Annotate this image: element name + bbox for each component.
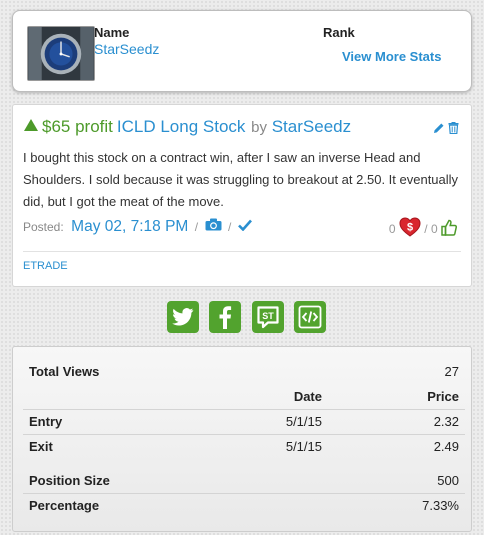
author-link[interactable]: StarSeedz: [272, 117, 351, 136]
money-heart-icon[interactable]: $: [399, 217, 421, 240]
exit-date: 5/1/15: [173, 433, 328, 459]
posted-date-link[interactable]: May 02, 7:18 PM: [71, 218, 188, 235]
position-size-value: 500: [437, 472, 459, 488]
entry-date: 5/1/15: [173, 408, 328, 434]
percentage-row: Percentage 7.33%: [23, 492, 465, 518]
exit-price: 2.49: [328, 433, 465, 459]
twitter-icon: [172, 308, 194, 326]
verified-check-icon: [237, 218, 252, 236]
facebook-icon: [219, 306, 232, 329]
profile-name-link[interactable]: StarSeedz: [94, 41, 159, 57]
embed-share-button[interactable]: [294, 301, 326, 333]
trade-header: $65 profit ICLD Long Stock by StarSeedz: [24, 117, 459, 139]
vote-separator: /: [424, 221, 428, 236]
stocktwits-share-button[interactable]: ST: [252, 301, 284, 333]
percentage-label: Percentage: [23, 492, 173, 518]
total-views-value: 27: [444, 364, 459, 379]
percentage-value: 7.33%: [328, 492, 465, 518]
dislike-count: 0: [388, 221, 396, 236]
name-label: Name: [94, 25, 130, 40]
twitter-share-button[interactable]: [167, 301, 199, 333]
position-size-row: Position Size 500: [23, 468, 465, 493]
ticker-link[interactable]: ICLD Long Stock: [117, 117, 246, 136]
entry-row: Entry 5/1/15 2.32: [23, 408, 465, 434]
total-views-label: Total Views: [29, 364, 100, 379]
broker-link[interactable]: ETRADE: [23, 260, 68, 272]
total-views-row: Total Views 27: [23, 359, 465, 384]
price-header: Price: [427, 388, 459, 404]
stocktwits-icon: ST: [257, 306, 279, 329]
separator: /: [228, 220, 232, 234]
vote-counts: 0 $ / 0: [389, 217, 457, 240]
date-header: Date: [293, 388, 322, 404]
facebook-share-button[interactable]: [209, 301, 241, 333]
table-header-row: Date Price: [23, 384, 465, 409]
profile-card: Name StarSeedz Rank View More Stats: [12, 10, 472, 92]
stocktwits-label: ST: [262, 311, 274, 321]
like-count: 0: [430, 221, 438, 236]
trade-description: I bought this stock on a contract win, a…: [23, 150, 459, 209]
view-more-stats-link[interactable]: View More Stats: [342, 49, 441, 64]
entry-price: 2.32: [328, 408, 465, 434]
share-buttons: ST: [167, 301, 327, 333]
svg-text:$: $: [407, 222, 413, 234]
stats-table: Total Views 27 Date Price Entry 5/1/15 2…: [23, 359, 465, 518]
avatar[interactable]: [27, 26, 95, 81]
watch-image: [28, 27, 94, 80]
stats-card: Total Views 27 Date Price Entry 5/1/15 2…: [12, 346, 472, 532]
position-size-label: Position Size: [29, 472, 110, 488]
edit-icon[interactable]: [433, 122, 445, 134]
rank-label: Rank: [323, 25, 355, 40]
posted-label: Posted:: [23, 220, 64, 234]
embed-icon: [298, 305, 322, 329]
by-label: by: [251, 119, 267, 136]
trade-card: $65 profit ICLD Long Stock by StarSeedz I…: [12, 104, 472, 287]
trade-tools: [430, 119, 459, 139]
profit-amount: $65 profit: [42, 117, 113, 136]
trash-icon[interactable]: [448, 122, 459, 134]
posted-row: Posted: May 02, 7:18 PM / /: [23, 218, 252, 240]
camera-icon[interactable]: [205, 218, 222, 236]
entry-label: Entry: [23, 408, 173, 434]
exit-label: Exit: [23, 433, 173, 459]
thumbs-up-icon[interactable]: [441, 219, 457, 239]
profit-up-icon: [24, 119, 38, 131]
exit-row: Exit 5/1/15 2.49: [23, 433, 465, 459]
divider: [23, 251, 461, 252]
separator: /: [194, 220, 199, 234]
